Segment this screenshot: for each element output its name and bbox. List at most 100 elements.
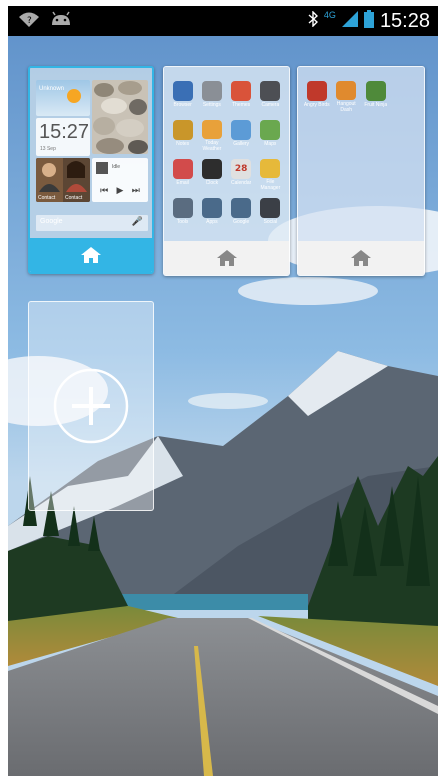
app-label: Angry Birds bbox=[303, 102, 330, 108]
android-debug-icon bbox=[50, 11, 72, 31]
app-shortcut: Fruit Ninja bbox=[361, 81, 391, 112]
calendar-icon: 28 bbox=[231, 159, 252, 179]
app-label: Tools bbox=[176, 219, 189, 225]
palette-icon bbox=[231, 81, 252, 101]
app-label: Notes bbox=[176, 141, 190, 147]
globe-icon bbox=[172, 81, 193, 101]
app-label: Calendar bbox=[230, 180, 252, 186]
contacts-widget: Contact Contact bbox=[36, 158, 90, 202]
app-shortcut: Clock bbox=[197, 159, 226, 190]
app-shortcut: Hangout Dash bbox=[332, 81, 362, 112]
app-label: Today Weather bbox=[202, 139, 222, 151]
app-label: Maps bbox=[264, 141, 277, 147]
folder-icon bbox=[260, 159, 281, 178]
app-label: Camera bbox=[261, 102, 280, 108]
add-screen-button[interactable] bbox=[28, 301, 154, 511]
screen-preview: Angry Birds Hangout Dash Fruit Ninja bbox=[298, 67, 424, 243]
home-icon bbox=[216, 250, 237, 266]
app-shortcut: Browser bbox=[168, 81, 197, 112]
app-label: Apps bbox=[206, 219, 218, 225]
map-icon bbox=[260, 120, 281, 140]
sun-icon bbox=[67, 89, 81, 103]
contact-photo: Contact bbox=[63, 158, 90, 202]
contact-photo: Contact bbox=[36, 158, 63, 202]
app-shortcut: Angry Birds bbox=[302, 81, 332, 112]
app-shortcut: Google bbox=[227, 198, 256, 229]
app-label: Fruit Ninja bbox=[364, 102, 388, 108]
app-shortcut: Settings bbox=[197, 81, 226, 112]
app-label: Hangout Dash bbox=[336, 100, 356, 112]
next-track-icon: ⏭ bbox=[131, 186, 140, 196]
plus-icon bbox=[53, 368, 129, 444]
home-screen-thumbnail-3[interactable]: Angry Birds Hangout Dash Fruit Ninja bbox=[297, 66, 425, 276]
weather-location: Unknown bbox=[39, 86, 65, 92]
notes-icon bbox=[172, 120, 193, 140]
album-art-icon bbox=[96, 162, 108, 174]
app-shortcut: Gallery bbox=[227, 120, 256, 151]
app-label: Gallery bbox=[233, 141, 250, 147]
home-screen-thumbnail-2[interactable]: Browser Settings Themes Camera Notes Today We… bbox=[163, 66, 290, 276]
search-widget-label: Google bbox=[40, 218, 63, 225]
app-label: Email bbox=[176, 180, 189, 186]
music-title: Idle bbox=[112, 164, 121, 170]
clock-widget: 15:27 13 Sep bbox=[36, 118, 90, 156]
gallery-icon bbox=[231, 120, 252, 140]
app-label: Settings bbox=[202, 102, 221, 108]
set-home-button[interactable] bbox=[164, 241, 289, 275]
set-home-button[interactable] bbox=[298, 241, 424, 275]
app-shortcut: Tools bbox=[168, 198, 197, 229]
wifi-question-icon: ? bbox=[18, 11, 40, 31]
app-shortcut: File Manager bbox=[256, 159, 285, 190]
weather-widget: Unknown bbox=[36, 80, 90, 116]
bluetooth-icon bbox=[308, 10, 318, 31]
app-label: File Manager bbox=[260, 178, 281, 190]
clock-widget-time: 15:27 bbox=[39, 121, 90, 143]
microphone-icon: 🎤 bbox=[131, 217, 143, 227]
home-screen-thumbnail-1[interactable]: Unknown 15:27 13 Sep Contact Contact Idl… bbox=[28, 66, 154, 274]
screen-preview: Browser Settings Themes Camera Notes Today We… bbox=[164, 67, 289, 243]
set-home-button[interactable] bbox=[30, 238, 152, 272]
app-shortcut: Apps bbox=[197, 198, 226, 229]
app-label: Themes bbox=[232, 102, 251, 108]
app-label: Browser bbox=[173, 102, 192, 108]
app-label: Google bbox=[233, 219, 250, 225]
app-shortcut: Camera bbox=[256, 81, 285, 112]
home-icon bbox=[81, 247, 101, 263]
signal-icon bbox=[341, 11, 358, 31]
battery-icon bbox=[363, 10, 374, 32]
app-shortcut: Maps bbox=[256, 120, 285, 151]
play-icon: ▶ bbox=[116, 186, 124, 196]
clock-icon bbox=[201, 159, 222, 179]
email-icon bbox=[172, 159, 193, 179]
home-screen-editor: ? 4G 15:28 Unknown 15:27 13 Sep Contact … bbox=[8, 6, 438, 776]
app-shortcut: Themes bbox=[227, 81, 256, 112]
game-icon bbox=[336, 81, 357, 100]
tools-folder-icon bbox=[172, 198, 193, 218]
photo-widget bbox=[92, 80, 148, 154]
weather-icon bbox=[201, 120, 222, 139]
app-shortcut: Notes bbox=[168, 120, 197, 151]
social-folder-icon bbox=[260, 198, 281, 218]
app-shortcut: Email bbox=[168, 159, 197, 190]
app-shortcut: Today Weather bbox=[197, 120, 226, 151]
music-widget: Idle ⏮ ▶ ⏭ bbox=[92, 158, 148, 202]
gear-icon bbox=[201, 81, 222, 101]
status-bar: ? 4G 15:28 bbox=[8, 6, 438, 36]
app-label: Clock bbox=[205, 180, 219, 186]
svg-text:?: ? bbox=[27, 16, 32, 26]
angry-birds-icon bbox=[306, 81, 327, 101]
contact-name: Contact bbox=[38, 195, 56, 201]
apps-folder-icon bbox=[201, 198, 222, 218]
camera-icon bbox=[260, 81, 281, 101]
previous-track-icon: ⏮ bbox=[100, 186, 109, 196]
fruit-icon bbox=[365, 81, 386, 101]
clock-widget-date: 13 Sep bbox=[40, 146, 56, 152]
app-shortcut: Social bbox=[256, 198, 285, 229]
contact-name: Contact bbox=[65, 195, 83, 201]
home-icon bbox=[351, 250, 371, 266]
network-type-label: 4G bbox=[323, 10, 336, 20]
google-search-widget: Google 🎤 bbox=[36, 215, 148, 231]
google-folder-icon bbox=[231, 198, 252, 218]
status-clock: 15:28 bbox=[379, 9, 430, 32]
app-shortcut: 28 Calendar bbox=[227, 159, 256, 190]
